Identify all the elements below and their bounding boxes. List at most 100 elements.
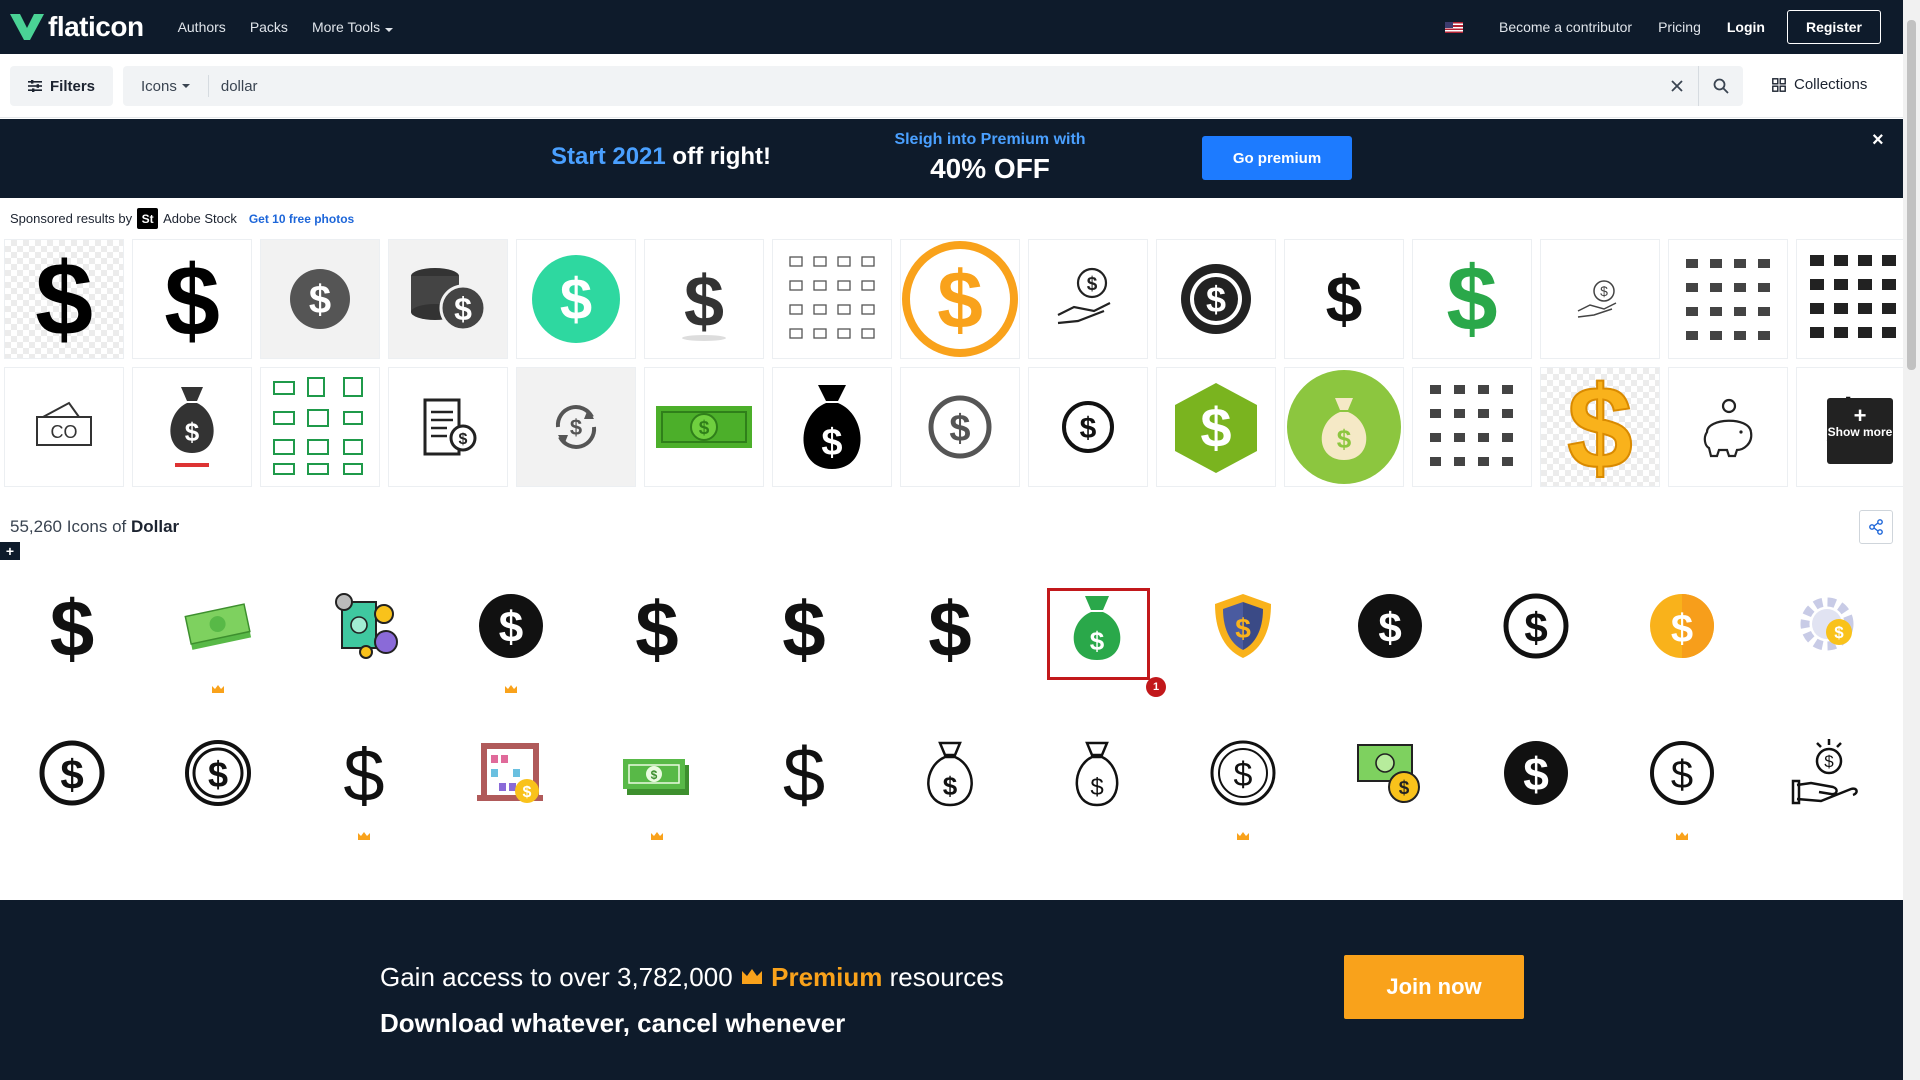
stock-image[interactable]: $ <box>1156 367 1276 487</box>
stock-image[interactable]: $ <box>516 239 636 359</box>
register-button[interactable]: Register <box>1786 10 1881 44</box>
share-button[interactable] <box>1859 510 1893 544</box>
stock-image[interactable]: $ <box>1284 239 1404 359</box>
dollar-sign-icon: $ <box>1566 372 1634 482</box>
svg-text:$: $ <box>1087 274 1098 295</box>
icon-result[interactable]: $ <box>597 715 717 845</box>
stock-image[interactable]: $ <box>260 239 380 359</box>
money-bag-icon: $ <box>1287 370 1401 484</box>
icon-result[interactable]: $ <box>1622 715 1742 845</box>
icon-result[interactable] <box>304 568 424 698</box>
promo-offer: Sleigh into Premium with 40% OFF <box>880 131 1100 185</box>
icon-result[interactable]: $ <box>304 715 424 845</box>
stock-image[interactable] <box>1668 239 1788 359</box>
icon-result[interactable]: $ <box>1476 568 1596 698</box>
dollar-exchange-icon: $ <box>555 405 597 449</box>
nav-more-tools[interactable]: More Tools <box>312 19 394 35</box>
stock-image[interactable]: $ <box>1540 367 1660 487</box>
stock-image[interactable] <box>1412 367 1532 487</box>
stock-image[interactable] <box>1796 239 1903 359</box>
icon-result[interactable]: $ <box>451 715 571 845</box>
icon-result[interactable]: $ <box>1330 568 1450 698</box>
stock-image[interactable]: $ <box>4 239 124 359</box>
stock-image[interactable] <box>260 367 380 487</box>
stock-image[interactable]: CO <box>4 367 124 487</box>
money-bag-icon: $ <box>803 385 861 469</box>
icon-result[interactable]: $ <box>1330 715 1450 845</box>
banknote-stack-icon: $ <box>623 759 689 795</box>
stock-image[interactable]: $ <box>1284 367 1404 487</box>
pricing-link[interactable]: Pricing <box>1658 19 1701 35</box>
results-count-number: 55,260 <box>10 517 62 536</box>
page-scrollbar[interactable] <box>1903 0 1920 1080</box>
premium-tagline: Download whatever, cancel whenever <box>380 1008 846 1038</box>
icon-result-selected[interactable]: $ <box>1037 568 1157 698</box>
resource-type-select[interactable]: Icons <box>123 75 209 97</box>
clear-search-button[interactable] <box>1655 66 1699 106</box>
icon-result[interactable]: $ <box>1769 568 1889 698</box>
svg-text:$: $ <box>499 603 523 652</box>
login-link[interactable]: Login <box>1727 19 1765 35</box>
stock-image[interactable]: $ <box>644 239 764 359</box>
dollar-sign-icon: $ <box>35 249 93 349</box>
stock-image[interactable]: $ <box>132 367 252 487</box>
free-photos-link[interactable]: Get 10 free photos <box>249 212 354 226</box>
stock-image[interactable]: $ <box>1028 367 1148 487</box>
stock-image[interactable]: $ <box>388 239 508 359</box>
stock-image[interactable]: $ <box>1540 239 1660 359</box>
svg-text:$: $ <box>1200 396 1231 459</box>
stock-image[interactable]: $ <box>1156 239 1276 359</box>
premium-word: Premium <box>771 962 883 992</box>
icon-result[interactable]: $ <box>744 715 864 845</box>
icon-result[interactable]: $ <box>1622 568 1742 698</box>
stock-image[interactable] <box>1668 367 1788 487</box>
stock-image[interactable]: $ <box>772 367 892 487</box>
stock-image[interactable]: $ <box>1028 239 1148 359</box>
icon-result[interactable]: $ <box>744 568 864 698</box>
stock-image[interactable]: $ <box>132 239 252 359</box>
dollar-coin-icon: $ <box>290 269 350 329</box>
us-flag-icon[interactable] <box>1444 21 1463 33</box>
svg-text:$: $ <box>1235 613 1251 644</box>
add-to-collection-button[interactable]: + <box>0 542 20 560</box>
icon-result[interactable]: $ <box>1769 715 1889 845</box>
filters-button[interactable]: Filters <box>10 66 113 106</box>
icon-result[interactable]: $ <box>12 715 132 845</box>
collections-button[interactable]: Collections <box>1772 76 1867 93</box>
stock-image[interactable]: $ <box>516 367 636 487</box>
join-now-button[interactable]: Join now <box>1344 955 1524 1019</box>
scrollbar-thumb[interactable] <box>1907 20 1916 370</box>
icon-result[interactable]: $ <box>1183 715 1303 845</box>
icon-result[interactable]: $ <box>890 715 1010 845</box>
svg-text:$: $ <box>1600 283 1608 299</box>
icon-result[interactable]: $ <box>12 568 132 698</box>
icon-result[interactable]: $ <box>1476 715 1596 845</box>
svg-text:CO: CO <box>51 422 78 442</box>
svg-text:$: $ <box>1234 756 1253 794</box>
stock-image[interactable] <box>772 239 892 359</box>
stock-image[interactable]: $ <box>388 367 508 487</box>
icon-result[interactable]: $ <box>890 568 1010 698</box>
stock-image[interactable]: $ <box>644 367 764 487</box>
go-premium-button[interactable]: Go premium <box>1202 136 1352 180</box>
icon-result[interactable]: $ <box>597 568 717 698</box>
close-promo-button[interactable]: × <box>1872 129 1884 152</box>
chevron-down-icon <box>181 84 190 88</box>
become-contributor-link[interactable]: Become a contributor <box>1499 19 1632 35</box>
icon-result[interactable] <box>158 568 278 698</box>
nav-authors[interactable]: Authors <box>178 19 226 35</box>
icon-result[interactable]: $ <box>1183 568 1303 698</box>
search-button[interactable] <box>1699 66 1743 106</box>
stock-image[interactable]: $ + Show more <box>1796 367 1903 487</box>
search-input[interactable] <box>208 77 1655 95</box>
adobe-stock-logo-icon: St <box>137 208 159 229</box>
nav-packs[interactable]: Packs <box>250 19 288 35</box>
stock-image[interactable]: $ <box>900 367 1020 487</box>
stock-image[interactable]: $ <box>900 239 1020 359</box>
icon-result[interactable]: $ <box>451 568 571 698</box>
flaticon-logo[interactable]: flaticon <box>10 11 144 43</box>
icon-result[interactable]: $ <box>1037 715 1157 845</box>
show-more-button[interactable]: + Show more <box>1827 398 1893 464</box>
stock-image[interactable]: $ <box>1412 239 1532 359</box>
icon-result[interactable]: $ <box>158 715 278 845</box>
